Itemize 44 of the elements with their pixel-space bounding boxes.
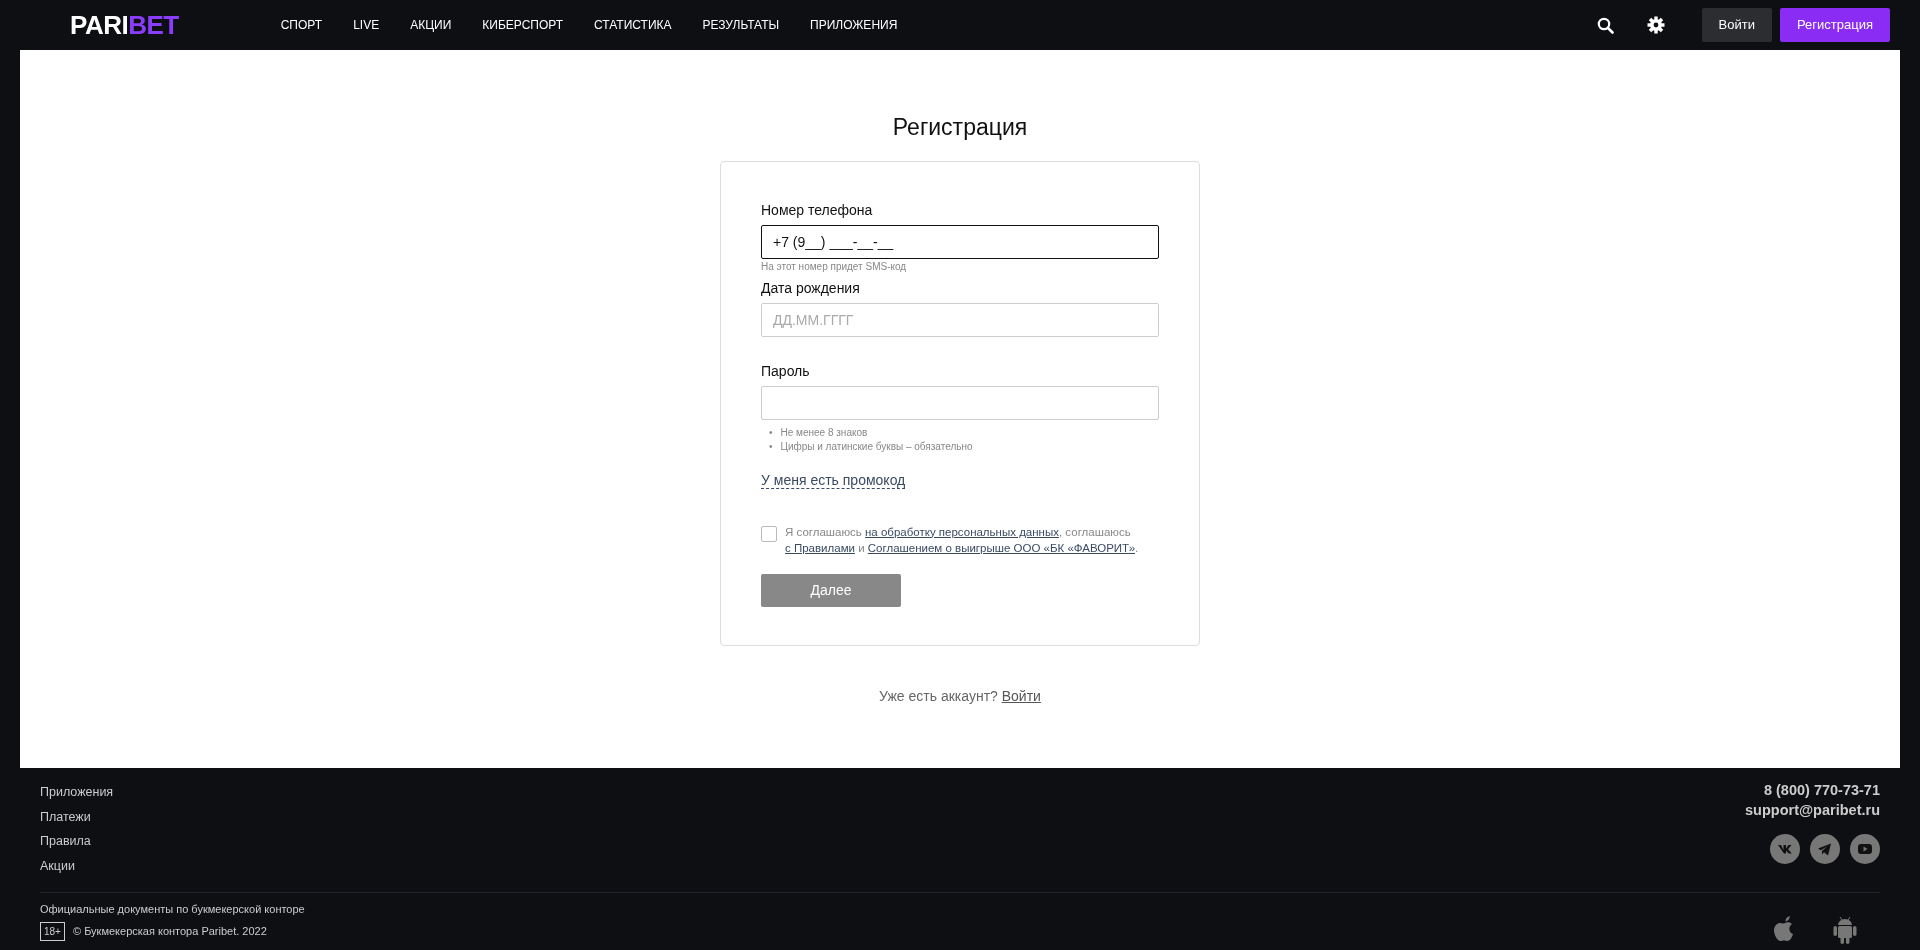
agreement-link[interactable]: на обработку персональных данных	[865, 525, 1059, 538]
account-prompt: Уже есть аккаунт?	[879, 687, 998, 704]
email-link[interactable]: support@paribet.ru	[1745, 800, 1880, 820]
nav-link[interactable]: СПОРТ	[280, 16, 323, 34]
checkbox[interactable]	[761, 525, 777, 542]
field-label: Дата рождения	[761, 278, 861, 298]
promo-link[interactable]: У меня есть промокод	[761, 471, 906, 489]
logo[interactable]: PARIBET	[70, 12, 179, 38]
agreement-text: Я соглашаюсь на обработку персональных данных, соглашаюсь с Правилами и Соглашением о выигрыше ООО «БК «ФАВОРИТ».	[785, 524, 1140, 556]
nav-link[interactable]: АКЦИИ	[410, 16, 452, 34]
nav-link[interactable]: СТАТИСТИКА	[594, 16, 672, 34]
input-field[interactable]	[761, 385, 1159, 420]
footer-link[interactable]: Приложения	[40, 780, 114, 805]
video-icon[interactable]	[1850, 834, 1880, 864]
register-button[interactable]: Регистрация	[1780, 8, 1890, 42]
settings-icon[interactable]	[1646, 16, 1665, 34]
input-field[interactable]: ДД.ММ.ГГГГ	[761, 302, 1159, 337]
password-rule: Цифры и латинские буквы – обязательно	[780, 439, 973, 454]
documents-link[interactable]: Официальные документы по букмекерской конторе	[40, 901, 305, 918]
field-label: Номер телефона	[761, 200, 874, 220]
login-link[interactable]: Войти	[1001, 687, 1041, 704]
field-label: Пароль	[761, 361, 811, 381]
android-icon[interactable]	[1832, 915, 1858, 945]
bullet: •	[769, 439, 773, 454]
copyright-text: © Букмекерская контора Paribet. 2022	[72, 923, 267, 939]
bullet: •	[769, 425, 773, 440]
footer-link[interactable]: Платежи	[40, 804, 114, 829]
phone-number[interactable]: 8 (800) 770-73-71	[1763, 780, 1880, 800]
footer-link[interactable]: Правила	[40, 829, 114, 854]
agreement-link[interactable]: с Правилами	[785, 541, 855, 554]
nav-link[interactable]: ПРИЛОЖЕНИЯ	[810, 16, 898, 34]
input-field[interactable]: +7 (9__) ___-__-__	[761, 224, 1159, 259]
search-icon[interactable]	[1596, 16, 1614, 34]
paper-plane-icon[interactable]	[1810, 834, 1840, 864]
page-title: Регистрация	[892, 113, 1028, 142]
footer-link[interactable]: Акции	[40, 853, 114, 878]
nav-link[interactable]: РЕЗУЛЬТАТЫ	[702, 16, 780, 34]
nav-link[interactable]: LIVE	[353, 16, 380, 34]
field-hint: На этот номер придет SMS-код	[761, 259, 908, 274]
age-badge: 18+	[40, 921, 65, 941]
nav-link[interactable]: КИБЕРСПОРТ	[482, 16, 564, 34]
login-button[interactable]: Войти	[1701, 8, 1772, 42]
password-rule: Не менее 8 знаков	[780, 425, 868, 440]
vk-icon[interactable]	[1770, 834, 1800, 864]
